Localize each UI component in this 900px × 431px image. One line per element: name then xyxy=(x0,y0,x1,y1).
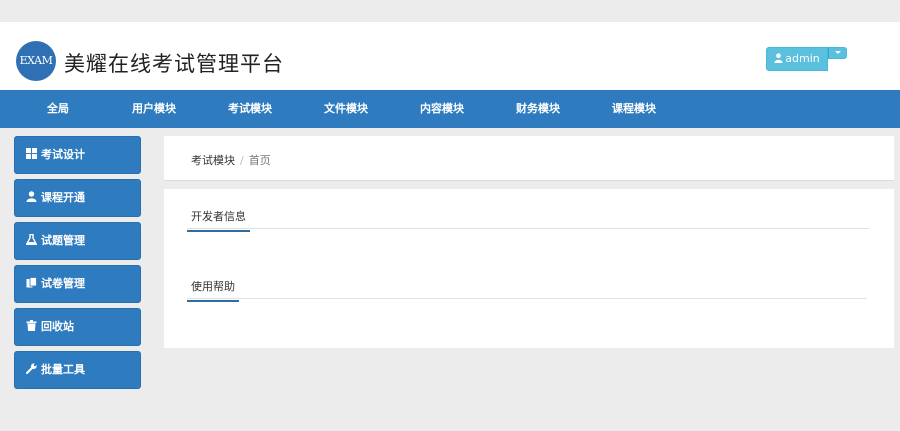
sidebar-item-label: 课程开通 xyxy=(41,191,85,204)
user-icon xyxy=(774,53,783,63)
user-button[interactable]: admin xyxy=(766,47,828,71)
nav-item-exam-module[interactable]: 考试模块 xyxy=(202,90,298,128)
user-icon xyxy=(26,191,37,202)
top-nav: 全局 用户模块 考试模块 文件模块 内容模块 财务模块 课程模块 xyxy=(0,90,900,128)
content-panel: 开发者信息 使用帮助 xyxy=(164,189,894,348)
sidebar-item-label: 考试设计 xyxy=(41,148,85,161)
app-title: 美耀在线考试管理平台 xyxy=(64,52,284,76)
sidebar-item-recycle-bin[interactable]: 回收站 xyxy=(14,308,141,346)
sidebar-item-label: 试卷管理 xyxy=(41,277,85,290)
sidebar-item-label: 试题管理 xyxy=(41,234,85,247)
trash-icon xyxy=(26,320,37,331)
nav-item-user-module[interactable]: 用户模块 xyxy=(106,90,202,128)
sidebar-item-course-open[interactable]: 课程开通 xyxy=(14,179,141,217)
sidebar-item-label: 回收站 xyxy=(41,320,74,333)
section-divider xyxy=(187,228,869,229)
header: EXAM 美耀在线考试管理平台 admin xyxy=(0,22,900,90)
user-dropdown-toggle[interactable] xyxy=(828,47,847,59)
sidebar-item-batch-tools[interactable]: 批量工具 xyxy=(14,351,141,389)
breadcrumb-panel: 考试模块 / 首页 xyxy=(164,136,894,181)
nav-item-file-module[interactable]: 文件模块 xyxy=(298,90,394,128)
nav-item-finance-module[interactable]: 财务模块 xyxy=(490,90,586,128)
flask-icon xyxy=(26,234,37,245)
copy-icon xyxy=(26,277,37,288)
sidebar-item-question-manage[interactable]: 试题管理 xyxy=(14,222,141,260)
breadcrumb-current: 首页 xyxy=(248,154,271,167)
grid-icon xyxy=(26,148,37,159)
user-label: admin xyxy=(785,52,820,65)
breadcrumb: 考试模块 / 首页 xyxy=(191,152,271,168)
nav-item-global[interactable]: 全局 xyxy=(10,90,106,128)
breadcrumb-module-link[interactable]: 考试模块 xyxy=(191,154,235,167)
breadcrumb-separator: / xyxy=(240,154,244,167)
exam-logo: EXAM xyxy=(16,41,56,81)
nav-item-content-module[interactable]: 内容模块 xyxy=(394,90,490,128)
sidebar-item-exam-design[interactable]: 考试设计 xyxy=(14,136,141,174)
sidebar-item-paper-manage[interactable]: 试卷管理 xyxy=(14,265,141,303)
sidebar-item-label: 批量工具 xyxy=(41,363,85,376)
section-divider xyxy=(187,298,867,299)
nav-item-course-module[interactable]: 课程模块 xyxy=(586,90,682,128)
wrench-icon xyxy=(26,363,37,374)
